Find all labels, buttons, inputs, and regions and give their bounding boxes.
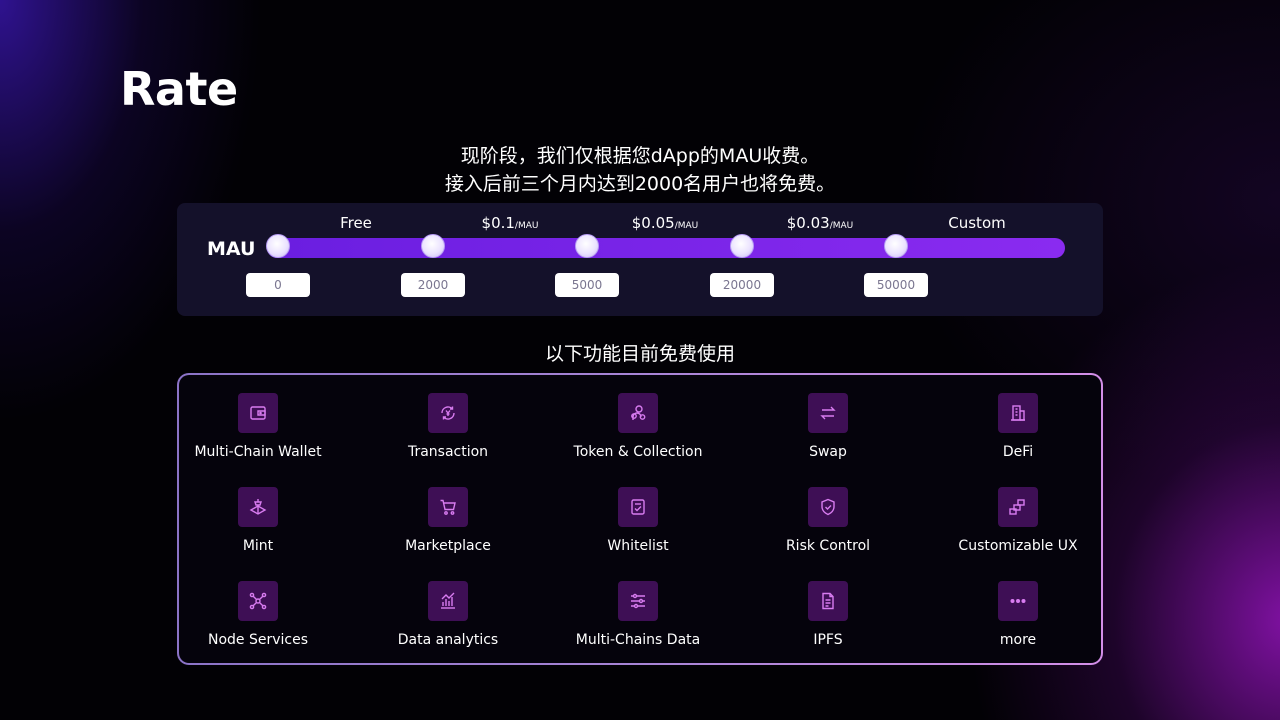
cart-icon (428, 487, 468, 527)
defi-icon (998, 393, 1038, 433)
feature-label: Marketplace (405, 538, 491, 554)
tier-label-custom: Custom (948, 214, 1005, 232)
feature-more[interactable]: more (928, 581, 1108, 648)
slider-knob-0[interactable] (266, 234, 290, 258)
features-grid: Multi-Chain Wallet Transaction Token & C… (179, 375, 1101, 663)
feature-label: Node Services (207, 632, 309, 648)
checklist-icon (618, 487, 658, 527)
threshold-badge-50000: 50000 (864, 273, 928, 297)
features-panel: Multi-Chain Wallet Transaction Token & C… (177, 373, 1103, 665)
feature-label: Customizable UX (958, 538, 1078, 554)
feature-data-analytics[interactable]: Data analytics (358, 581, 538, 648)
subtitle-line-1: 现阶段，我们仅根据您dApp的MAU收费。 (460, 145, 820, 167)
feature-label: more (999, 632, 1037, 648)
page-title: Rate (120, 62, 238, 116)
tier-price: $0.05 (631, 214, 675, 232)
feature-label: Swap (809, 444, 847, 460)
slider-knob-20000[interactable] (730, 234, 754, 258)
wallet-icon (238, 393, 278, 433)
feature-multi-chain-wallet[interactable]: Multi-Chain Wallet (168, 393, 348, 460)
feature-transaction[interactable]: Transaction (358, 393, 538, 460)
network-icon (238, 581, 278, 621)
token-collection-icon (618, 393, 658, 433)
feature-whitelist[interactable]: Whitelist (548, 487, 728, 554)
feature-label: Mint (242, 538, 274, 554)
threshold-badge-5000: 5000 (555, 273, 619, 297)
analytics-icon (428, 581, 468, 621)
blocks-icon (998, 487, 1038, 527)
feature-label: DeFi (1002, 444, 1034, 460)
document-icon (808, 581, 848, 621)
slider-knob-5000[interactable] (575, 234, 599, 258)
shield-icon (808, 487, 848, 527)
tier-unit: /MAU (674, 221, 699, 231)
feature-node-services[interactable]: Node Services (168, 581, 348, 648)
feature-label: Transaction (407, 444, 489, 460)
tier-label-0.1: $0.1/MAU (482, 214, 539, 232)
feature-swap[interactable]: Swap (738, 393, 918, 460)
tier-unit: /MAU (829, 221, 854, 231)
tier-price: Free (340, 214, 372, 232)
feature-marketplace[interactable]: Marketplace (358, 487, 538, 554)
threshold-badge-20000: 20000 (710, 273, 774, 297)
feature-label: Data analytics (397, 632, 499, 648)
sliders-icon (618, 581, 658, 621)
feature-label: Multi-Chains Data (575, 632, 701, 648)
subtitle-line-2: 接入后前三个月内达到2000名用户也将免费。 (444, 173, 836, 195)
tier-price: Custom (948, 214, 1006, 232)
transaction-icon (428, 393, 468, 433)
feature-ipfs[interactable]: IPFS (738, 581, 918, 648)
more-icon (998, 581, 1038, 621)
mint-icon (238, 487, 278, 527)
feature-label: Multi-Chain Wallet (194, 444, 322, 460)
tier-label-0.05: $0.05/MAU (632, 214, 699, 232)
feature-risk-control[interactable]: Risk Control (738, 487, 918, 554)
tier-label-0.03: $0.03/MAU (787, 214, 854, 232)
feature-token-collection[interactable]: Token & Collection (548, 393, 728, 460)
threshold-badge-0: 0 (246, 273, 310, 297)
threshold-badge-2000: 2000 (401, 273, 465, 297)
tier-price: $0.1 (481, 214, 515, 232)
feature-label: Token & Collection (573, 444, 703, 460)
feature-defi[interactable]: DeFi (928, 393, 1108, 460)
swap-icon (808, 393, 848, 433)
feature-label: Whitelist (607, 538, 669, 554)
feature-customizable-ux[interactable]: Customizable UX (928, 487, 1108, 554)
pricing-card: MAU Free $0.1/MAU $0.05/MAU $0.03/MAU Cu… (177, 203, 1103, 316)
feature-label: Risk Control (785, 538, 871, 554)
slide: Rate 现阶段，我们仅根据您dApp的MAU收费。 接入后前三个月内达到200… (0, 0, 1280, 720)
feature-label: IPFS (813, 632, 843, 648)
tier-label-free: Free (340, 214, 372, 232)
feature-mint[interactable]: Mint (168, 487, 348, 554)
slider-knob-50000[interactable] (884, 234, 908, 258)
features-heading: 以下功能目前免费使用 (544, 343, 735, 365)
mau-label: MAU (207, 238, 256, 260)
slider-knob-2000[interactable] (421, 234, 445, 258)
tier-unit: /MAU (514, 221, 539, 231)
feature-multi-chains-data[interactable]: Multi-Chains Data (548, 581, 728, 648)
tier-price: $0.03 (786, 214, 830, 232)
pricing-slider-track (267, 238, 1065, 258)
